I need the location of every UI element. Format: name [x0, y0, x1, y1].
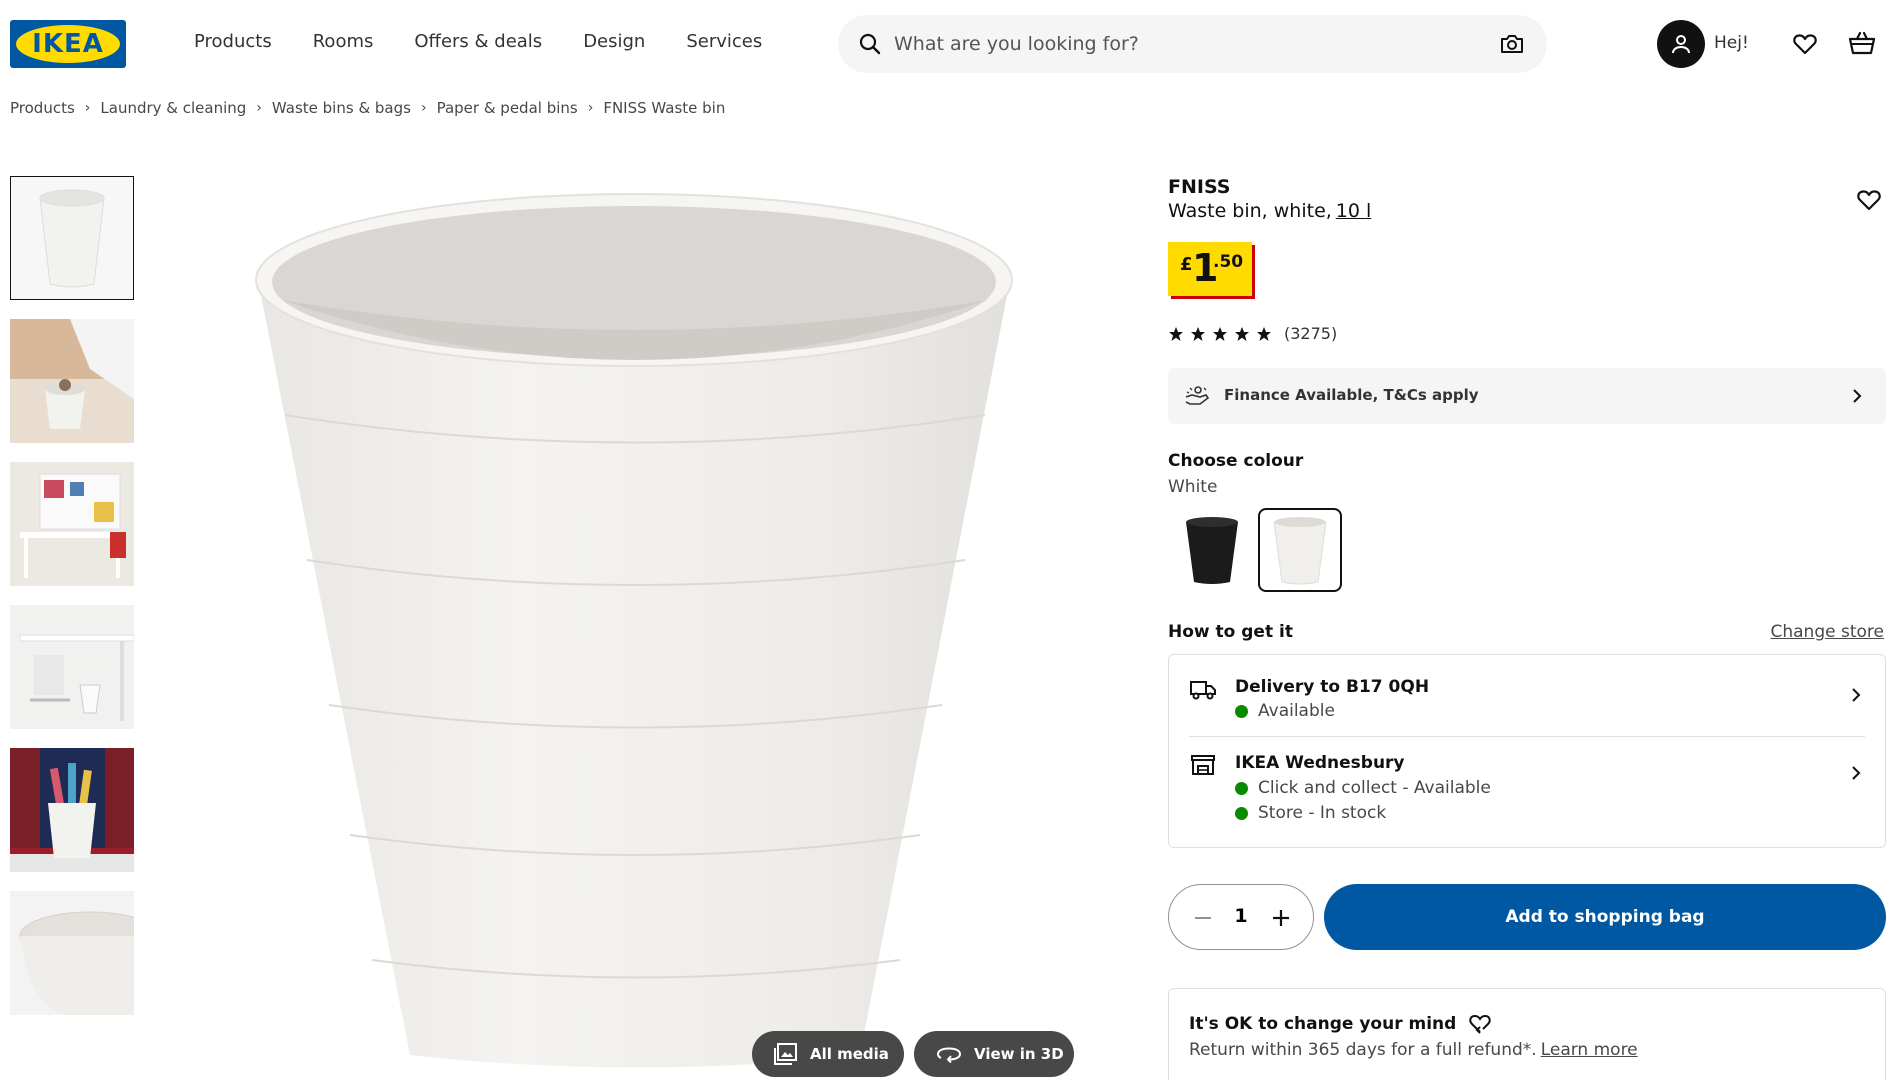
decrease-quantity-button[interactable]: [1191, 906, 1215, 930]
chevron-right-icon: [1852, 688, 1861, 702]
available-dot: [1235, 704, 1248, 718]
thumbnail-lifestyle-desk[interactable]: [10, 319, 134, 443]
price-decimal: .50: [1213, 252, 1244, 272]
product-rating[interactable]: (3275): [1168, 324, 1337, 343]
finance-label: Finance Available, T&Cs apply: [1224, 386, 1479, 404]
chevron-right-icon: ›: [420, 100, 427, 116]
refund-title: It's OK to change your mind: [1189, 1013, 1492, 1035]
quantity-input[interactable]: [1229, 905, 1253, 927]
chevron-right-icon: ›: [256, 100, 262, 116]
product-name: FNISS: [1168, 176, 1231, 198]
colour-swatch-black[interactable]: [1172, 510, 1252, 590]
thumbnail-lifestyle-desk-chair[interactable]: [10, 605, 134, 729]
change-store-link[interactable]: Change store: [1771, 622, 1885, 642]
thumbnail-lifestyle-paper-rolls[interactable]: [10, 748, 134, 872]
delivery-title: Delivery to B17 0QH: [1235, 677, 1430, 697]
breadcrumb: Products › Laundry & cleaning › Waste bi…: [10, 99, 725, 117]
thumbnail-product-closeup[interactable]: [10, 891, 134, 1015]
nav-products[interactable]: Products: [194, 31, 272, 52]
breadcrumb-current[interactable]: FNISS Waste bin: [603, 99, 725, 117]
store-icon: [1191, 755, 1215, 775]
refund-policy-box: It's OK to change your mind Return withi…: [1168, 988, 1886, 1080]
nav-rooms[interactable]: Rooms: [313, 31, 374, 52]
product-main-image[interactable]: [240, 170, 1040, 1080]
learn-more-link[interactable]: Learn more: [1541, 1040, 1638, 1060]
click-collect-status: Click and collect - Available: [1235, 778, 1491, 798]
breadcrumb-item[interactable]: Products: [10, 99, 75, 117]
all-media-button[interactable]: All media: [752, 1031, 904, 1077]
finance-banner[interactable]: Finance Available, T&Cs apply: [1168, 368, 1886, 424]
store-stock-status: Store - In stock: [1235, 803, 1386, 823]
refund-title-text: It's OK to change your mind: [1189, 1014, 1457, 1034]
star-icon: [1235, 326, 1249, 341]
available-dot: [1235, 806, 1248, 820]
available-dot: [1235, 781, 1248, 795]
breadcrumb-item[interactable]: Waste bins & bags: [272, 99, 411, 117]
view-3d-label: View in 3D: [974, 1045, 1064, 1063]
thumbnail-lifestyle-room[interactable]: [10, 462, 134, 586]
search-icon[interactable]: [858, 32, 882, 56]
availability-box: Delivery to B17 0QH Available IKEA Wedne…: [1168, 654, 1886, 848]
nav-services[interactable]: Services: [686, 31, 762, 52]
chevron-right-icon: ›: [587, 100, 594, 116]
product-info-panel: FNISS Waste bin, white, 10 l £ 1 .50 (327…: [1168, 0, 1888, 1080]
rotate-3d-icon: [937, 1047, 961, 1063]
refund-text-body: Return within 365 days for a full refund…: [1189, 1040, 1537, 1060]
ikea-logo[interactable]: IKEA: [10, 20, 126, 68]
increase-quantity-button[interactable]: [1269, 906, 1293, 930]
click-collect-status-text: Click and collect - Available: [1258, 778, 1491, 798]
chevron-right-icon: [1852, 766, 1861, 780]
product-description-text: Waste bin, white,: [1168, 200, 1332, 222]
view-in-3d-button[interactable]: View in 3D: [914, 1031, 1074, 1077]
star-icon: [1213, 326, 1227, 341]
star-icon: [1191, 326, 1205, 341]
rating-stars: [1168, 326, 1272, 342]
finance-hand-coins-icon: [1185, 386, 1210, 405]
colour-swatch-white[interactable]: [1258, 508, 1342, 592]
add-to-favourites-heart-icon[interactable]: [1856, 188, 1882, 212]
store-title: IKEA Wednesbury: [1235, 753, 1405, 773]
star-icon: [1257, 326, 1271, 341]
all-media-label: All media: [810, 1045, 889, 1063]
main-nav: Products Rooms Offers & deals Design Ser…: [194, 31, 803, 52]
delivery-status: Available: [1235, 701, 1335, 721]
product-description: Waste bin, white, 10 l: [1168, 200, 1371, 222]
selected-colour: White: [1168, 477, 1218, 497]
chevron-right-icon: ›: [84, 100, 91, 116]
how-to-get-it-heading: How to get it: [1168, 622, 1293, 642]
gallery-icon: [774, 1043, 797, 1065]
rating-count: (3275): [1284, 324, 1338, 343]
breadcrumb-item[interactable]: Laundry & cleaning: [100, 99, 246, 117]
add-to-shopping-bag-button[interactable]: Add to shopping bag: [1324, 884, 1886, 950]
quantity-stepper: [1168, 884, 1314, 950]
nav-offers-deals[interactable]: Offers & deals: [414, 31, 542, 52]
truck-icon: [1190, 681, 1216, 700]
heart-return-icon: [1469, 1014, 1491, 1034]
product-size-link[interactable]: 10 l: [1336, 200, 1372, 222]
thumbnail-product[interactable]: [10, 176, 134, 300]
delivery-status-text: Available: [1258, 701, 1335, 721]
price-currency: £: [1180, 254, 1193, 275]
delivery-row[interactable]: Delivery to B17 0QH Available: [1169, 655, 1885, 737]
nav-design[interactable]: Design: [583, 31, 645, 52]
breadcrumb-item[interactable]: Paper & pedal bins: [437, 99, 578, 117]
price-tag: £ 1 .50: [1168, 242, 1252, 296]
star-icon: [1169, 326, 1183, 341]
store-stock-status-text: Store - In stock: [1258, 803, 1387, 823]
logo-text: IKEA: [32, 29, 104, 59]
chevron-right-icon: [1853, 389, 1862, 403]
thumbnail-list: [10, 176, 134, 1034]
store-row[interactable]: IKEA Wednesbury Click and collect - Avai…: [1169, 737, 1885, 847]
refund-text: Return within 365 days for a full refund…: [1189, 1040, 1638, 1060]
choose-colour-heading: Choose colour: [1168, 451, 1304, 471]
